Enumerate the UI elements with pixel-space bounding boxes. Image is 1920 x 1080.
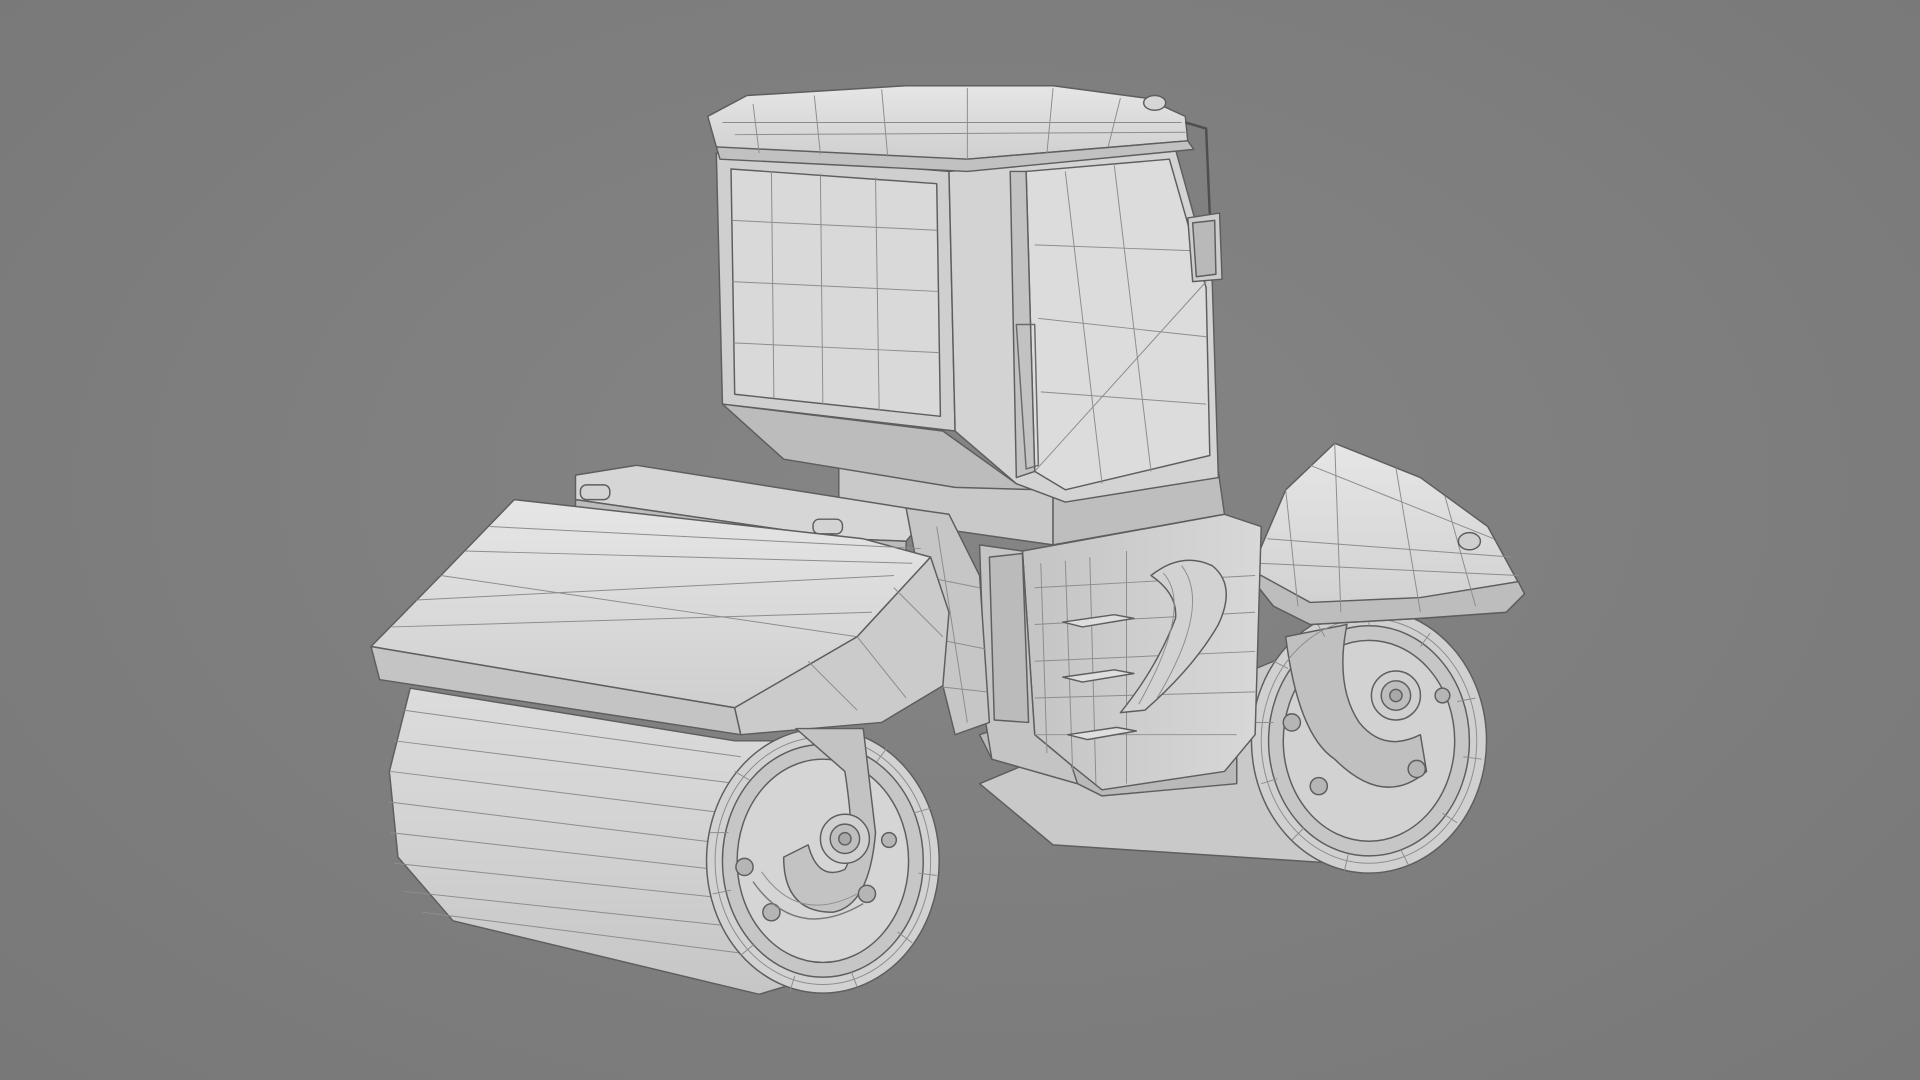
chassis (978, 513, 1262, 797)
front-hood (370, 464, 991, 736)
front-drum (388, 687, 940, 996)
render-viewport (0, 0, 1920, 1080)
road-roller-render (370, 84, 1526, 996)
cab (707, 84, 1226, 546)
rear-fender (1248, 442, 1526, 626)
